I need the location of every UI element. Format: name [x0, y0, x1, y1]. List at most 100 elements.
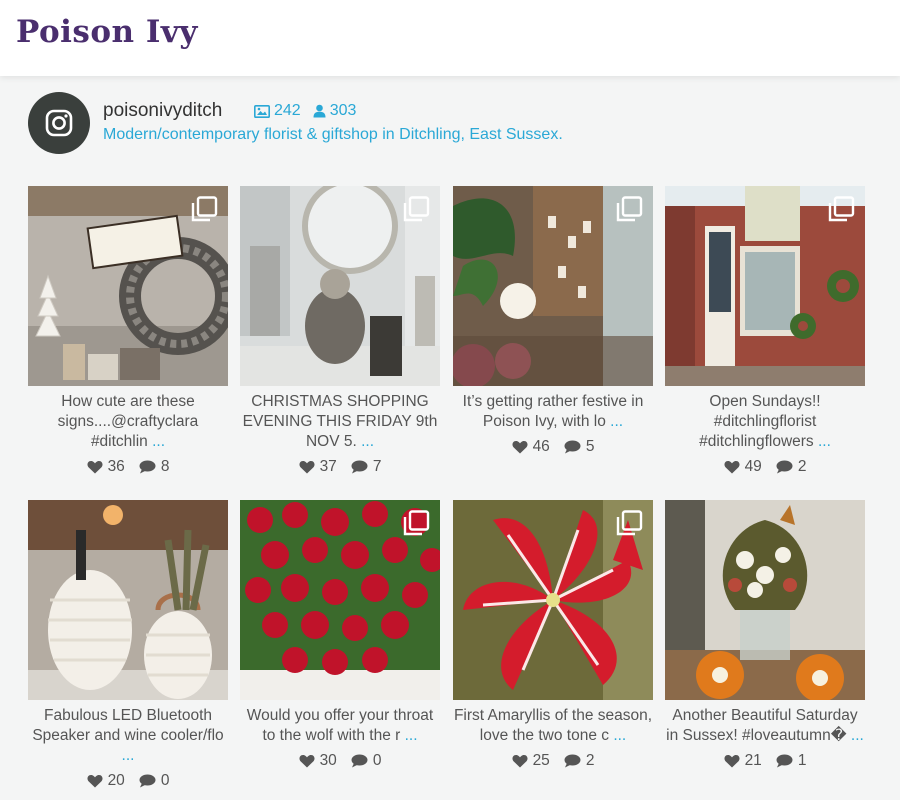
multiple-images-icon [190, 196, 218, 226]
comments: 0 [351, 752, 382, 770]
post-thumbnail[interactable] [28, 500, 228, 700]
profile-username[interactable]: poisonivyditch [103, 100, 222, 122]
post-caption: Open Sundays!! #ditchlingflorist #ditchl… [665, 392, 865, 452]
post-thumbnail[interactable] [28, 186, 228, 386]
likes: 49 [724, 458, 762, 476]
likes: 36 [87, 458, 125, 476]
comments-count: 7 [372, 458, 382, 475]
heart-icon [512, 441, 528, 454]
comment-icon [564, 754, 581, 768]
read-more-link[interactable]: ... [818, 433, 831, 450]
read-more-link[interactable]: ... [122, 747, 135, 764]
likes: 46 [512, 438, 550, 456]
post-thumbnail[interactable] [453, 500, 653, 700]
read-more-link[interactable]: ... [152, 433, 165, 450]
post-stats: 21 1 [665, 752, 865, 770]
comments-count: 5 [585, 438, 595, 455]
post-card: It’s getting rather festive in Poison Iv… [453, 186, 653, 456]
post-thumbnail[interactable] [665, 186, 865, 386]
site-logo[interactable]: Poison Ivy [16, 14, 198, 50]
post-card: Another Beautiful Saturday in Sussex! #l… [665, 500, 865, 770]
comments: 0 [139, 772, 170, 790]
post-thumbnail[interactable] [240, 500, 440, 700]
likes-count: 37 [319, 458, 337, 475]
post-card: First Amaryllis of the season, love the … [453, 500, 653, 770]
post-stats: 36 8 [28, 458, 228, 476]
read-more-link[interactable]: ... [361, 433, 374, 450]
site-header: Poison Ivy [0, 0, 900, 76]
followers-stat: 303 [313, 102, 357, 120]
avatar[interactable] [28, 92, 90, 154]
comments: 2 [564, 752, 595, 770]
followers-count: 303 [329, 102, 357, 119]
comment-icon [776, 754, 793, 768]
read-more-link[interactable]: ... [405, 727, 418, 744]
heart-icon [87, 775, 103, 788]
comments: 1 [776, 752, 807, 770]
post-stats: 46 5 [453, 438, 653, 456]
caption-text: Open Sundays!! #ditchlingflorist #ditchl… [699, 393, 821, 450]
post-stats: 37 7 [240, 458, 440, 476]
post-card: Would you offer your throat to the wolf … [240, 500, 440, 770]
posts-stat: 242 [254, 102, 301, 120]
comments: 2 [776, 458, 806, 476]
instagram-icon [45, 109, 73, 137]
likes-count: 36 [107, 458, 125, 475]
post-caption: First Amaryllis of the season, love the … [453, 706, 653, 746]
heart-icon [724, 461, 740, 474]
comment-icon [351, 754, 368, 768]
heart-icon [299, 461, 315, 474]
likes: 25 [512, 752, 550, 770]
heart-icon [512, 755, 528, 768]
comments: 7 [351, 458, 382, 476]
read-more-link[interactable]: ... [851, 727, 864, 744]
likes-count: 25 [532, 752, 550, 769]
comments-count: 0 [372, 752, 382, 769]
post-card: How cute are these signs....@craftyclara… [28, 186, 228, 476]
post-stats: 49 2 [665, 458, 865, 476]
heart-icon [724, 755, 740, 768]
read-more-link[interactable]: ... [610, 413, 623, 430]
image-icon [254, 104, 270, 118]
post-stats: 30 0 [240, 752, 440, 770]
caption-text: How cute are these signs....@craftyclara… [57, 393, 199, 450]
multiple-images-icon [402, 196, 430, 226]
comments-count: 8 [160, 458, 170, 475]
multiple-images-icon [615, 196, 643, 226]
likes-count: 46 [532, 438, 550, 455]
post-thumbnail[interactable] [665, 500, 865, 700]
post-thumbnail[interactable] [240, 186, 440, 386]
likes: 37 [299, 458, 337, 476]
post-card: CHRISTMAS SHOPPING EVENING THIS FRIDAY 9… [240, 186, 440, 476]
likes-count: 30 [319, 752, 337, 769]
post-caption: How cute are these signs....@craftyclara… [28, 392, 228, 452]
comments-count: 1 [797, 752, 807, 769]
comments-count: 0 [160, 772, 170, 789]
likes-count: 20 [107, 772, 125, 789]
multiple-images-icon [402, 510, 430, 540]
comments-count: 2 [585, 752, 595, 769]
caption-text: CHRISTMAS SHOPPING EVENING THIS FRIDAY 9… [242, 393, 438, 450]
post-thumbnail[interactable] [453, 186, 653, 386]
multiple-images-icon [615, 510, 643, 540]
comment-icon [351, 460, 368, 474]
user-icon [313, 104, 326, 118]
caption-text: Fabulous LED Bluetooth Speaker and wine … [32, 707, 224, 744]
comment-icon [139, 460, 156, 474]
comments: 5 [564, 438, 595, 456]
comment-icon [776, 460, 793, 474]
post-card: Open Sundays!! #ditchlingflorist #ditchl… [665, 186, 865, 476]
post-caption: CHRISTMAS SHOPPING EVENING THIS FRIDAY 9… [240, 392, 440, 452]
likes-count: 21 [744, 752, 762, 769]
comments: 8 [139, 458, 170, 476]
multiple-images-icon [827, 196, 855, 226]
comment-icon [564, 440, 581, 454]
post-caption: Another Beautiful Saturday in Sussex! #l… [665, 706, 865, 746]
likes: 20 [87, 772, 125, 790]
post-stats: 20 0 [28, 772, 228, 790]
post-caption: It’s getting rather festive in Poison Iv… [453, 392, 653, 432]
post-photo [665, 500, 865, 700]
comment-icon [139, 774, 156, 788]
read-more-link[interactable]: ... [613, 727, 626, 744]
caption-text: Another Beautiful Saturday in Sussex! #l… [666, 707, 858, 744]
